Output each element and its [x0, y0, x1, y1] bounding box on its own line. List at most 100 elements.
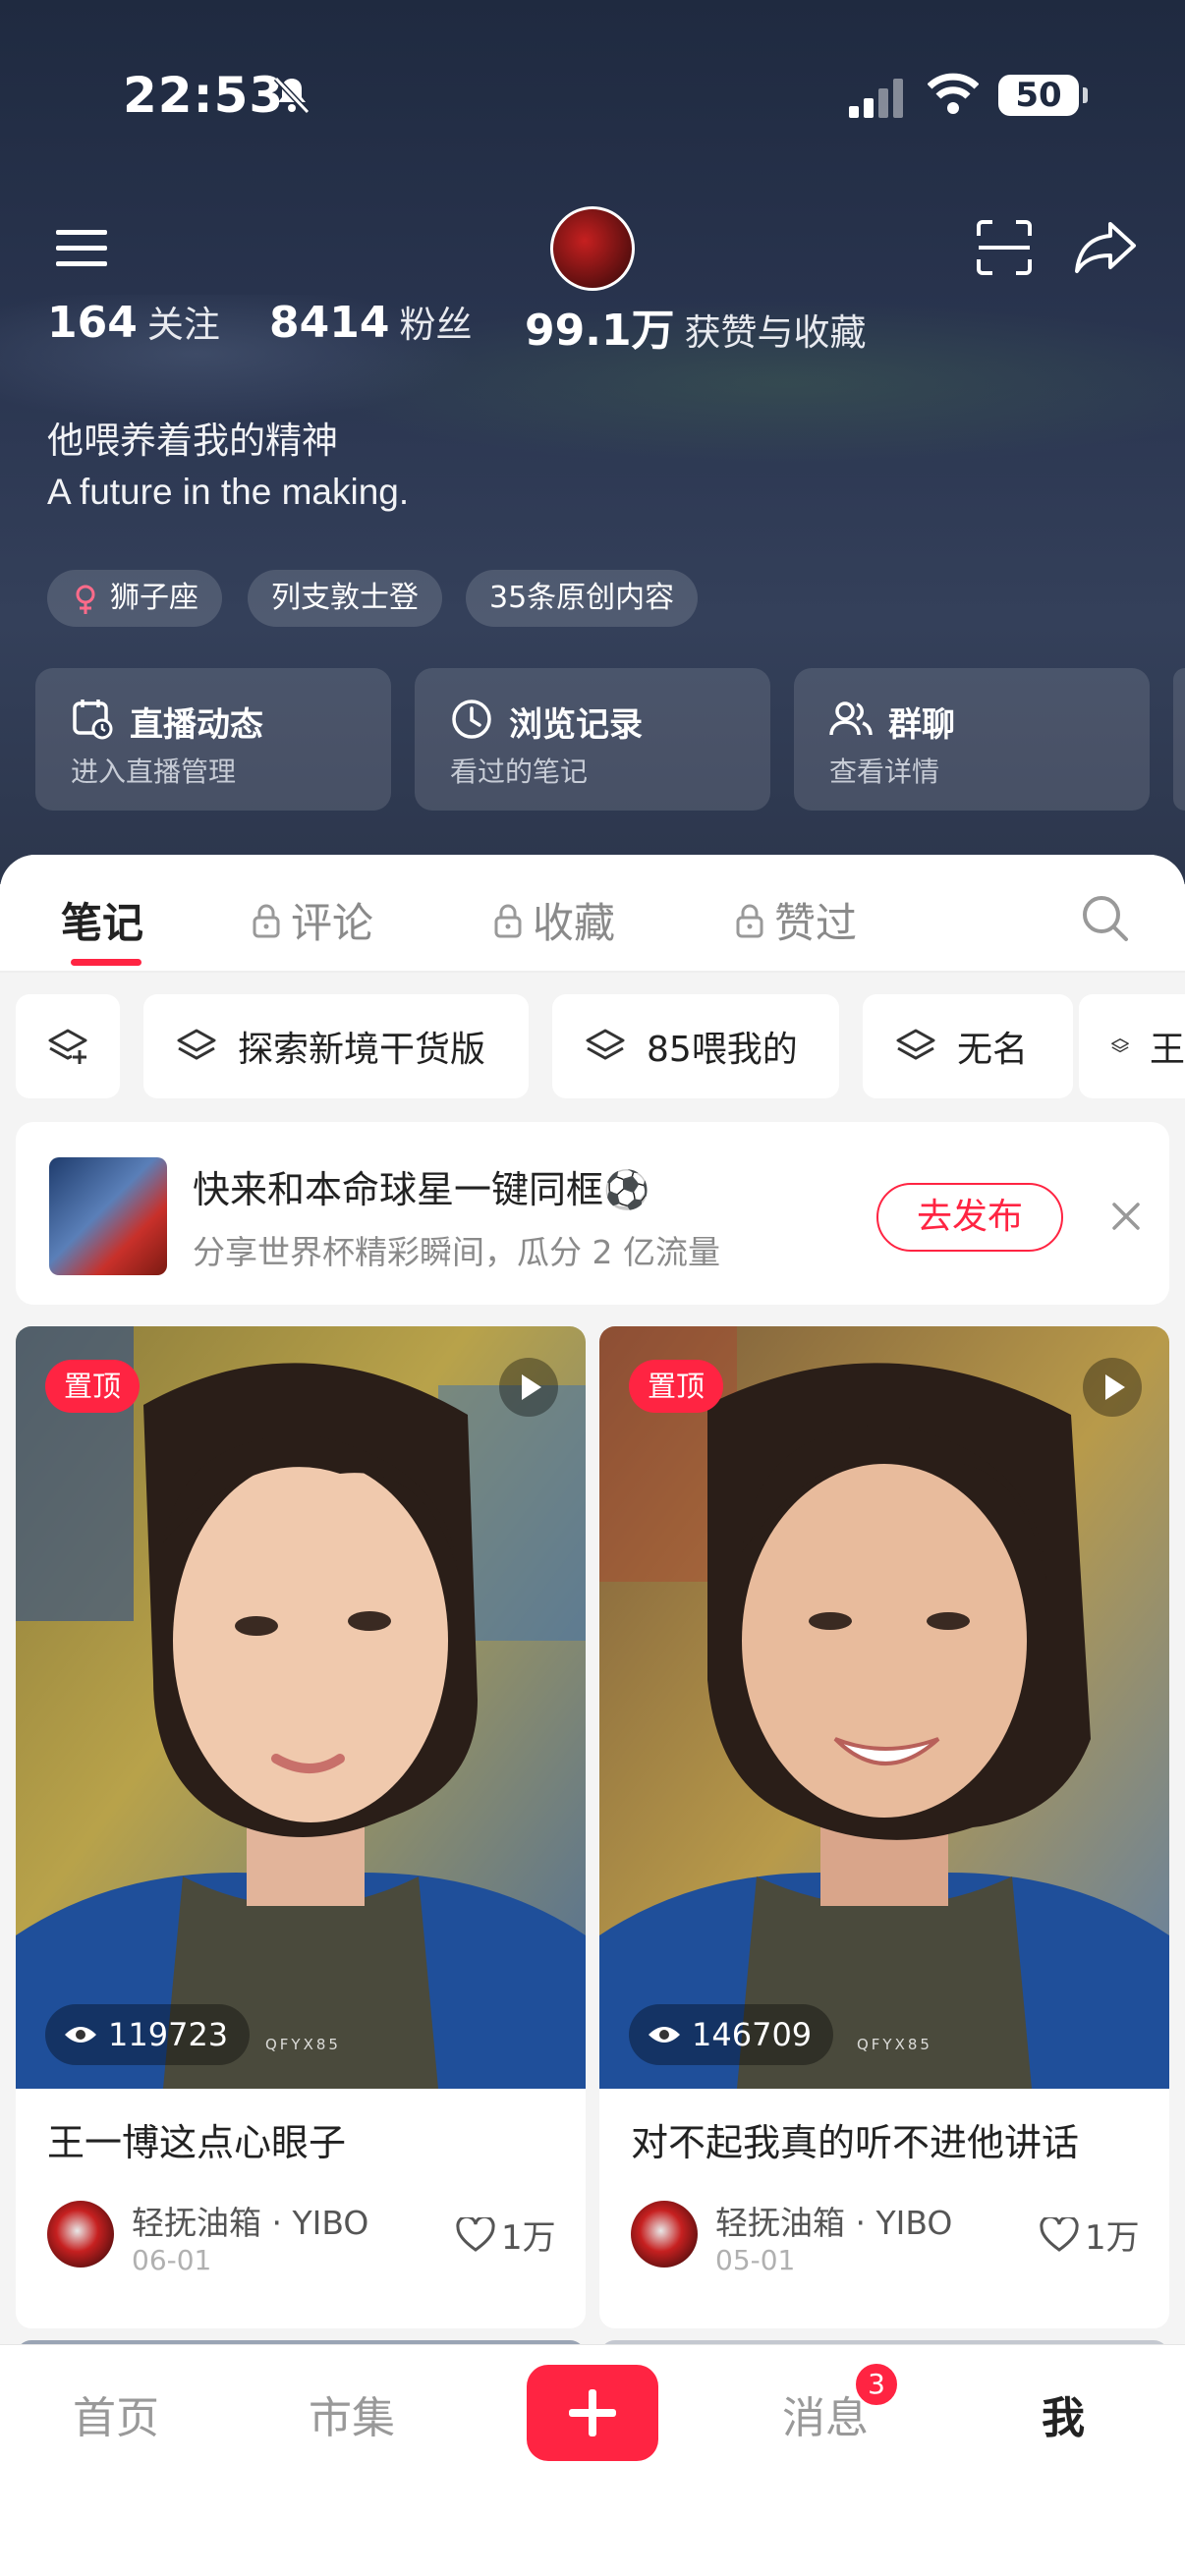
view-count: 146709	[629, 2004, 834, 2065]
card-live[interactable]: 直播动态 进入直播管理	[35, 668, 391, 811]
plus-icon	[569, 2389, 616, 2436]
promo-thumbnail	[49, 1157, 167, 1275]
search-icon[interactable]	[1079, 892, 1130, 943]
clock-icon	[452, 700, 491, 739]
tab-label: 评论	[291, 899, 374, 947]
watermark: QFYX85	[857, 2036, 932, 2053]
chip-label: 王	[1149, 1030, 1185, 1070]
tab-label: 收藏	[533, 899, 616, 947]
nav-me[interactable]: 我	[1042, 2382, 1085, 2445]
tab-comments[interactable]: 评论	[252, 890, 373, 950]
card-title: 浏览记录	[509, 705, 643, 745]
notification-badge: 3	[853, 2361, 900, 2408]
card-history[interactable]: 浏览记录 看过的笔记	[415, 668, 770, 811]
heart-icon	[1040, 2216, 1079, 2252]
tab-collects[interactable]: 收藏	[493, 890, 615, 950]
card-group-chat[interactable]: 群聊 查看详情	[794, 668, 1150, 811]
like-button[interactable]: 1万	[456, 2211, 556, 2259]
collection-chip[interactable]: 探索新境干货版	[143, 994, 529, 1098]
tab-underline	[71, 959, 141, 966]
note-title: 王一博这点心眼子	[47, 2121, 347, 2164]
collection-chip[interactable]: 无名	[863, 994, 1073, 1098]
note-cover-image: 置顶 119723 QFYX85	[16, 1326, 586, 2089]
tab-label: 赞过	[774, 899, 858, 947]
avatar[interactable]	[550, 206, 635, 291]
female-icon	[76, 585, 95, 614]
add-collection-chip[interactable]	[16, 994, 120, 1098]
tag-label: 列支敦士登	[271, 581, 419, 615]
live-calendar-icon	[73, 700, 113, 740]
stat-likes-collects[interactable]: 99.1万 获赞与收藏	[525, 295, 867, 364]
bottom-nav: 首页 市集 消息 3 我	[0, 2344, 1185, 2576]
like-button[interactable]: 1万	[1040, 2211, 1140, 2259]
bio-line-2: A future in the making.	[47, 472, 410, 512]
status-time: 22:53	[123, 67, 285, 124]
content-sheet: 笔记 评论 收藏 赞过 探索新境干货版 85喂我的 无名 王 快来和本命球星一键…	[0, 855, 1185, 2348]
battery-indicator: 50	[998, 75, 1088, 116]
stat-label: 粉丝	[399, 304, 473, 346]
stat-value: 99.1万	[525, 306, 675, 356]
author-name[interactable]: 轻抚油箱 · YIBO	[715, 2197, 952, 2244]
wifi-icon	[928, 73, 979, 114]
eye-icon	[65, 2027, 96, 2043]
menu-icon[interactable]	[54, 224, 109, 271]
stat-following[interactable]: 164 关注	[47, 295, 220, 364]
portrait-image	[16, 1326, 586, 2089]
status-bar: 22:53 50	[0, 0, 1185, 196]
stat-value: 8414	[269, 298, 390, 348]
publish-button[interactable]: 去发布	[876, 1183, 1063, 1252]
card-overflow[interactable]	[1173, 668, 1185, 811]
tag-zodiac: 狮子座	[47, 570, 222, 627]
card-subtitle: 进入直播管理	[71, 756, 237, 788]
stat-label: 关注	[146, 304, 220, 346]
bio-line-1: 他喂养着我的精神	[47, 420, 338, 462]
author-avatar[interactable]	[47, 2201, 114, 2268]
lock-icon	[736, 904, 763, 937]
close-icon[interactable]	[1106, 1197, 1146, 1236]
stat-label: 获赞与收藏	[684, 311, 867, 354]
scan-icon[interactable]	[975, 218, 1034, 277]
bell-muted-icon	[273, 76, 310, 115]
pinned-badge: 置顶	[629, 1360, 723, 1413]
nav-home[interactable]: 首页	[73, 2382, 159, 2445]
layers-icon	[896, 1029, 935, 1060]
card-title: 直播动态	[130, 705, 263, 745]
promo-subtitle: 分享世界杯精彩瞬间，瓜分 2 亿流量	[193, 1233, 720, 1271]
nav-market[interactable]: 市集	[309, 2382, 395, 2445]
note-card[interactable]: 置顶 119723 QFYX85 王一博这点心眼子 轻抚油箱 · YIBO 06…	[16, 1326, 586, 2328]
note-cover-image: 置顶 146709 QFYX85	[599, 1326, 1169, 2089]
publish-plus-button[interactable]	[527, 2365, 658, 2461]
chip-label: 探索新境干货版	[238, 1030, 486, 1070]
share-icon[interactable]	[1073, 218, 1138, 275]
author-name[interactable]: 轻抚油箱 · YIBO	[132, 2197, 368, 2244]
chip-label: 85喂我的	[647, 1030, 798, 1070]
tab-label: 笔记	[61, 899, 144, 947]
note-date: 05-01	[715, 2244, 796, 2276]
tag-original-count: 35条原创内容	[466, 570, 699, 627]
play-icon	[499, 1358, 558, 1417]
promo-banner[interactable]: 快来和本命球星一键同框⚽ 分享世界杯精彩瞬间，瓜分 2 亿流量 去发布	[16, 1122, 1169, 1305]
card-subtitle: 查看详情	[829, 756, 940, 788]
portrait-image	[599, 1326, 1169, 2089]
tag-location: 列支敦士登	[248, 570, 442, 627]
card-title: 群聊	[888, 705, 955, 745]
tab-liked[interactable]: 赞过	[735, 890, 857, 950]
watermark: QFYX85	[265, 2036, 341, 2053]
view-count-value: 119723	[108, 2016, 229, 2053]
note-date: 06-01	[132, 2244, 212, 2276]
heart-icon	[456, 2216, 495, 2252]
lock-icon	[494, 904, 522, 937]
collection-chip[interactable]: 85喂我的	[552, 994, 839, 1098]
like-count: 1万	[501, 2218, 556, 2258]
view-count-value: 146709	[692, 2016, 813, 2053]
layers-add-icon	[48, 1029, 87, 1064]
collection-chip[interactable]: 王	[1079, 994, 1185, 1098]
profile-tabs: 笔记 评论 收藏 赞过	[0, 855, 1185, 971]
layers-icon	[586, 1029, 625, 1060]
stat-value: 164	[47, 298, 138, 348]
stat-followers[interactable]: 8414 粉丝	[269, 295, 472, 364]
note-card[interactable]: 置顶 146709 QFYX85 对不起我真的听不进他讲话 轻抚油箱 · YIB…	[599, 1326, 1169, 2328]
tab-notes[interactable]: 笔记	[61, 890, 143, 950]
view-count: 119723	[45, 2004, 251, 2065]
author-avatar[interactable]	[631, 2201, 698, 2268]
